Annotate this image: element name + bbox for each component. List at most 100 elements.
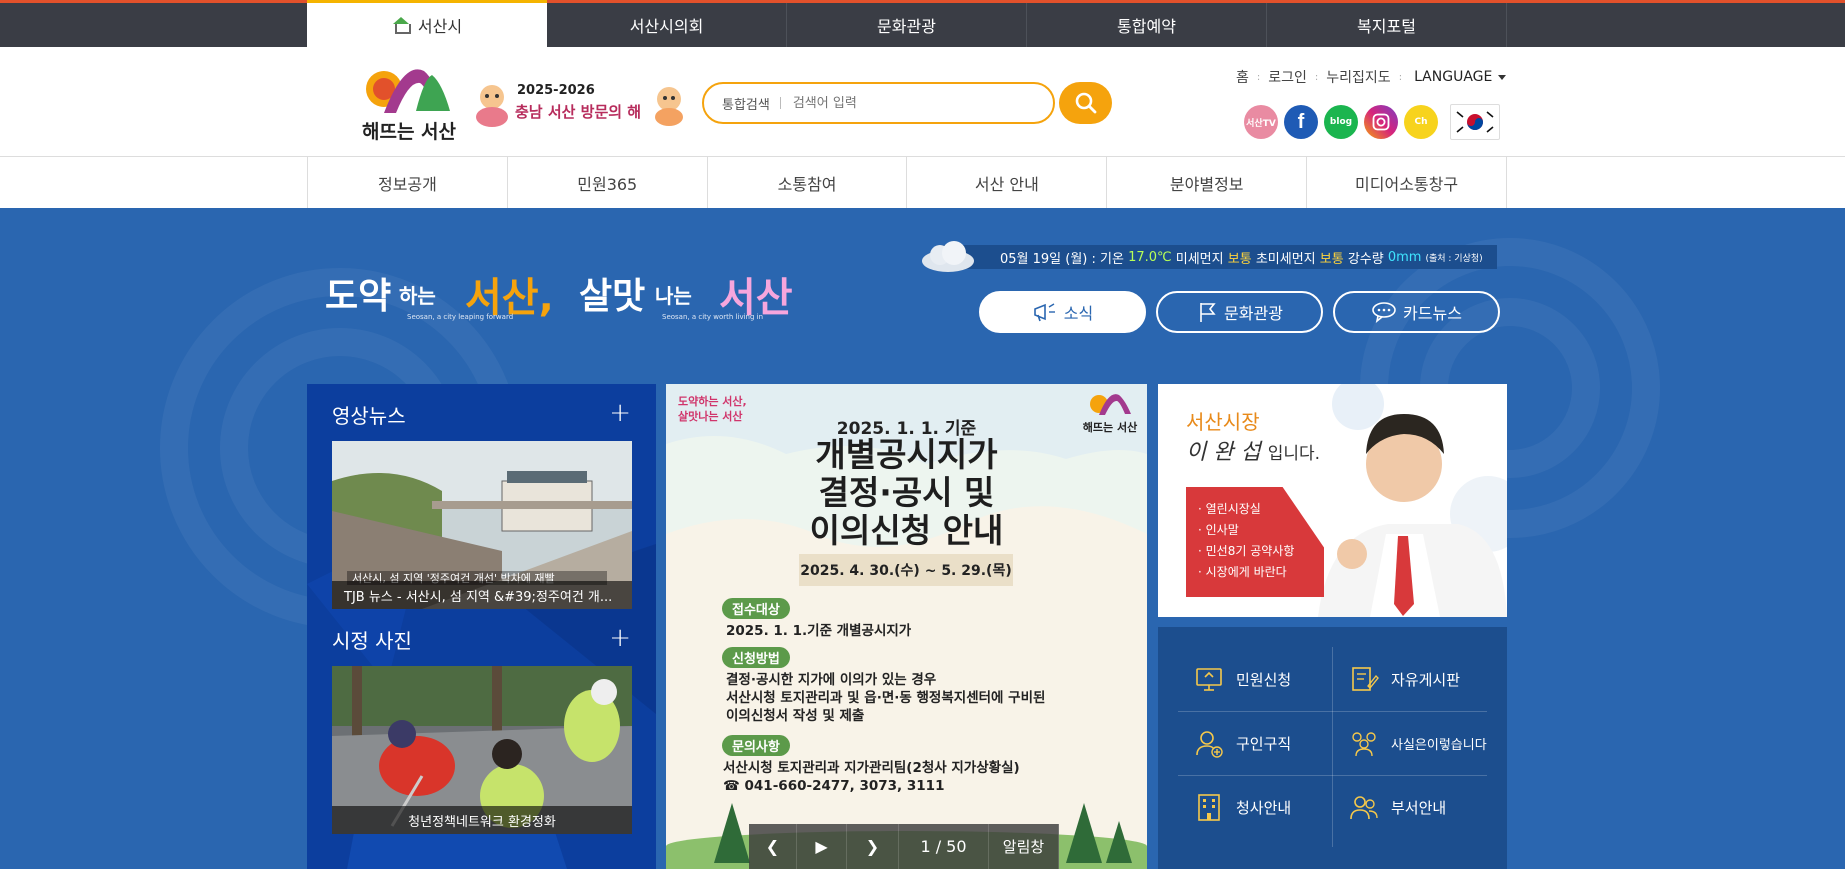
tab-culture-tourism[interactable]: 문화관광: [787, 3, 1027, 47]
search-button[interactable]: [1059, 82, 1112, 124]
quick-label: 구인구직: [1236, 734, 1292, 753]
site-logo[interactable]: 해뜨는 서산: [354, 61, 464, 143]
tab-welfare-portal[interactable]: 복지포털: [1267, 3, 1507, 47]
pill-news[interactable]: 소식: [979, 291, 1146, 333]
nav-field-info[interactable]: 분야별정보: [1107, 157, 1308, 208]
cloud-icon: [922, 241, 974, 272]
notice-text: 서산시청 토지관리과 지가관리팀(2청사 지가상황실) ☎ 041-660-24…: [723, 759, 1020, 795]
main-visual: 도약 하는 서산, 살맛 나는 서산 Seosan, a city leapin…: [0, 208, 1845, 869]
slogan-sub-2: Seosan, a city worth living in: [662, 313, 764, 321]
facebook-icon[interactable]: f: [1284, 105, 1318, 139]
notice-slogan-line: 도약하는 서산,: [678, 395, 747, 408]
megaphone-icon: [1033, 303, 1055, 322]
weather-date: 05월 19일 (월) : 기온: [1000, 251, 1124, 267]
sns-links: 서산TV f blog Ch: [1244, 104, 1500, 140]
quick-menu: 민원신청 자유게시판 구인구직 사실은이렇습니다 청사안내 부서안내: [1158, 627, 1507, 869]
mayor-link-request[interactable]: · 시장에게 바란다: [1198, 562, 1324, 583]
sitemap-link[interactable]: 누리집지도: [1326, 67, 1390, 87]
notice-text: 2025. 1. 1.기준 개별공시지가: [726, 623, 912, 639]
search-input[interactable]: [792, 95, 993, 111]
home-link[interactable]: 홈: [1236, 67, 1249, 87]
visit-year-banner[interactable]: 2025-2026 충남 서산 방문의 해: [472, 79, 690, 129]
tab-label: 통합예약: [1117, 17, 1176, 36]
chevron-right-icon: ❯: [865, 837, 880, 856]
quick-building-guide[interactable]: 청사안내: [1178, 775, 1332, 839]
city-slogan: 도약 하는 서산, 살맛 나는 서산 Seosan, a city leapin…: [317, 265, 807, 329]
tab-city-council[interactable]: 서산시의회: [547, 3, 787, 47]
slogan-leap: 도약: [325, 276, 392, 317]
separator: :: [1398, 71, 1403, 83]
notice-title-line: 이의신청 안내: [809, 511, 1004, 550]
notice-slider[interactable]: 도약하는 서산, 살맛나는 서산 해뜨는 서산 2025. 1. 1. 기준 개별…: [666, 384, 1147, 869]
play-button[interactable]: ▶: [797, 824, 847, 869]
tab-reservation[interactable]: 통합예약: [1027, 3, 1267, 47]
video-news-thumbnail[interactable]: 서산시, 섬 지역 '정주여건 개선' 박차에 재빨 TJB 뉴스 - 서산시,…: [332, 441, 632, 609]
pill-label: 카드뉴스: [1403, 304, 1462, 323]
quick-fact-check[interactable]: 사실은이렇습니다: [1333, 711, 1487, 775]
tab-label: 복지포털: [1357, 17, 1416, 36]
building-icon: [1198, 794, 1220, 821]
weather-widget: 05월 19일 (월) : 기온 17.0℃ 미세먼지 보통 초미세먼지 보통 …: [918, 241, 1497, 272]
slogan-sub-1: Seosan, a city leaping forward: [407, 313, 514, 321]
nav-info-disclosure[interactable]: 정보공개: [308, 157, 508, 208]
sns-label: Ch: [1414, 117, 1428, 127]
mayor-card[interactable]: 서산시장 이 완 섭 입니다. · 열린시장실 · 인사말 · 민선8기 공약사…: [1158, 384, 1507, 617]
rain-label: 강수량: [1347, 251, 1384, 267]
nav-participation[interactable]: 소통참여: [708, 157, 908, 208]
logo-text: 해뜨는 서산: [361, 121, 456, 143]
video-news-more-button[interactable]: +: [609, 400, 631, 426]
logo-mark-icon: [366, 69, 450, 113]
mayor-link-greeting[interactable]: · 인사말: [1198, 520, 1324, 541]
search-divider: [779, 97, 781, 109]
next-button[interactable]: ❯: [847, 824, 899, 869]
notice-tag: 신청방법: [722, 647, 790, 668]
notice-board-button[interactable]: 알림창: [989, 824, 1059, 869]
chat-bubble-icon: [1372, 302, 1396, 323]
notice-title-line: 개별공시지가: [815, 435, 998, 474]
nav-civil-service[interactable]: 민원365: [508, 157, 708, 208]
mascot-icon: [655, 87, 683, 126]
notice-text-line: 서산시청 토지관리과 지가관리팀(2청사 지가상황실): [723, 760, 1020, 776]
tree-decoration: [1106, 821, 1132, 863]
notice-period: 2025. 4. 30.(수) ~ 5. 29.(목): [799, 554, 1013, 586]
mascot-icon: [476, 85, 508, 127]
chevron-left-icon: ❮: [765, 837, 780, 856]
quick-free-board[interactable]: 자유게시판: [1333, 647, 1487, 711]
tab-seosan-city[interactable]: 서산시: [307, 0, 547, 47]
quick-civil-application[interactable]: 민원신청: [1178, 647, 1332, 711]
instagram-icon[interactable]: [1364, 105, 1398, 139]
login-link[interactable]: 로그인: [1268, 67, 1307, 87]
search-box: 통합검색: [702, 82, 1055, 124]
pill-culture[interactable]: 문화관광: [1156, 291, 1323, 333]
home-icon: [392, 17, 411, 34]
notice-tag: 문의사항: [722, 735, 790, 756]
top-site-bar: 서산시 서산시의회 문화관광 통합예약 복지포털: [0, 0, 1845, 47]
video-news-caption: TJB 뉴스 - 서산시, 섬 지역 &#39;정주여건 개...: [332, 581, 632, 609]
pill-cardnews[interactable]: 카드뉴스: [1333, 291, 1500, 333]
mayor-link-pledges[interactable]: · 민선8기 공약사항: [1198, 541, 1324, 562]
notice-tag: 접수대상: [722, 598, 790, 619]
video-news-title: 영상뉴스: [332, 404, 406, 428]
quick-job-search[interactable]: 구인구직: [1178, 711, 1332, 775]
nav-media[interactable]: 미디어소통창구: [1307, 157, 1507, 208]
mayor-name-text: 이 완 섭: [1186, 440, 1261, 465]
nav-seosan-guide[interactable]: 서산 안내: [907, 157, 1108, 208]
quick-department-guide[interactable]: 부서안내: [1333, 775, 1487, 839]
notice-title-line: 결정·공시 및: [818, 473, 995, 512]
city-photo-more-button[interactable]: +: [609, 625, 631, 651]
quick-label: 부서안내: [1391, 798, 1447, 817]
city-photo-thumbnail[interactable]: 청년정책네트워크 환경정화: [332, 666, 632, 834]
language-select[interactable]: LANGUAGE: [1414, 69, 1507, 85]
kakao-channel-icon[interactable]: Ch: [1404, 105, 1438, 139]
slogan-live-suffix: 나는: [655, 284, 692, 308]
blog-icon[interactable]: blog: [1324, 105, 1358, 139]
korea-flag-icon[interactable]: [1450, 104, 1500, 140]
site-tabs: 서산시 서산시의회 문화관광 통합예약 복지포털: [307, 0, 1507, 47]
pm25-value: 보통: [1319, 251, 1344, 267]
seosan-tv-icon[interactable]: 서산TV: [1244, 105, 1278, 139]
slider-controls: ❮ ▶ ❯ 1 / 50 알림창: [749, 824, 1059, 869]
prev-button[interactable]: ❮: [749, 824, 797, 869]
tab-label: 문화관광: [877, 17, 936, 36]
monitor-icon: [1196, 668, 1222, 691]
sns-label: 서산TV: [1246, 118, 1276, 129]
